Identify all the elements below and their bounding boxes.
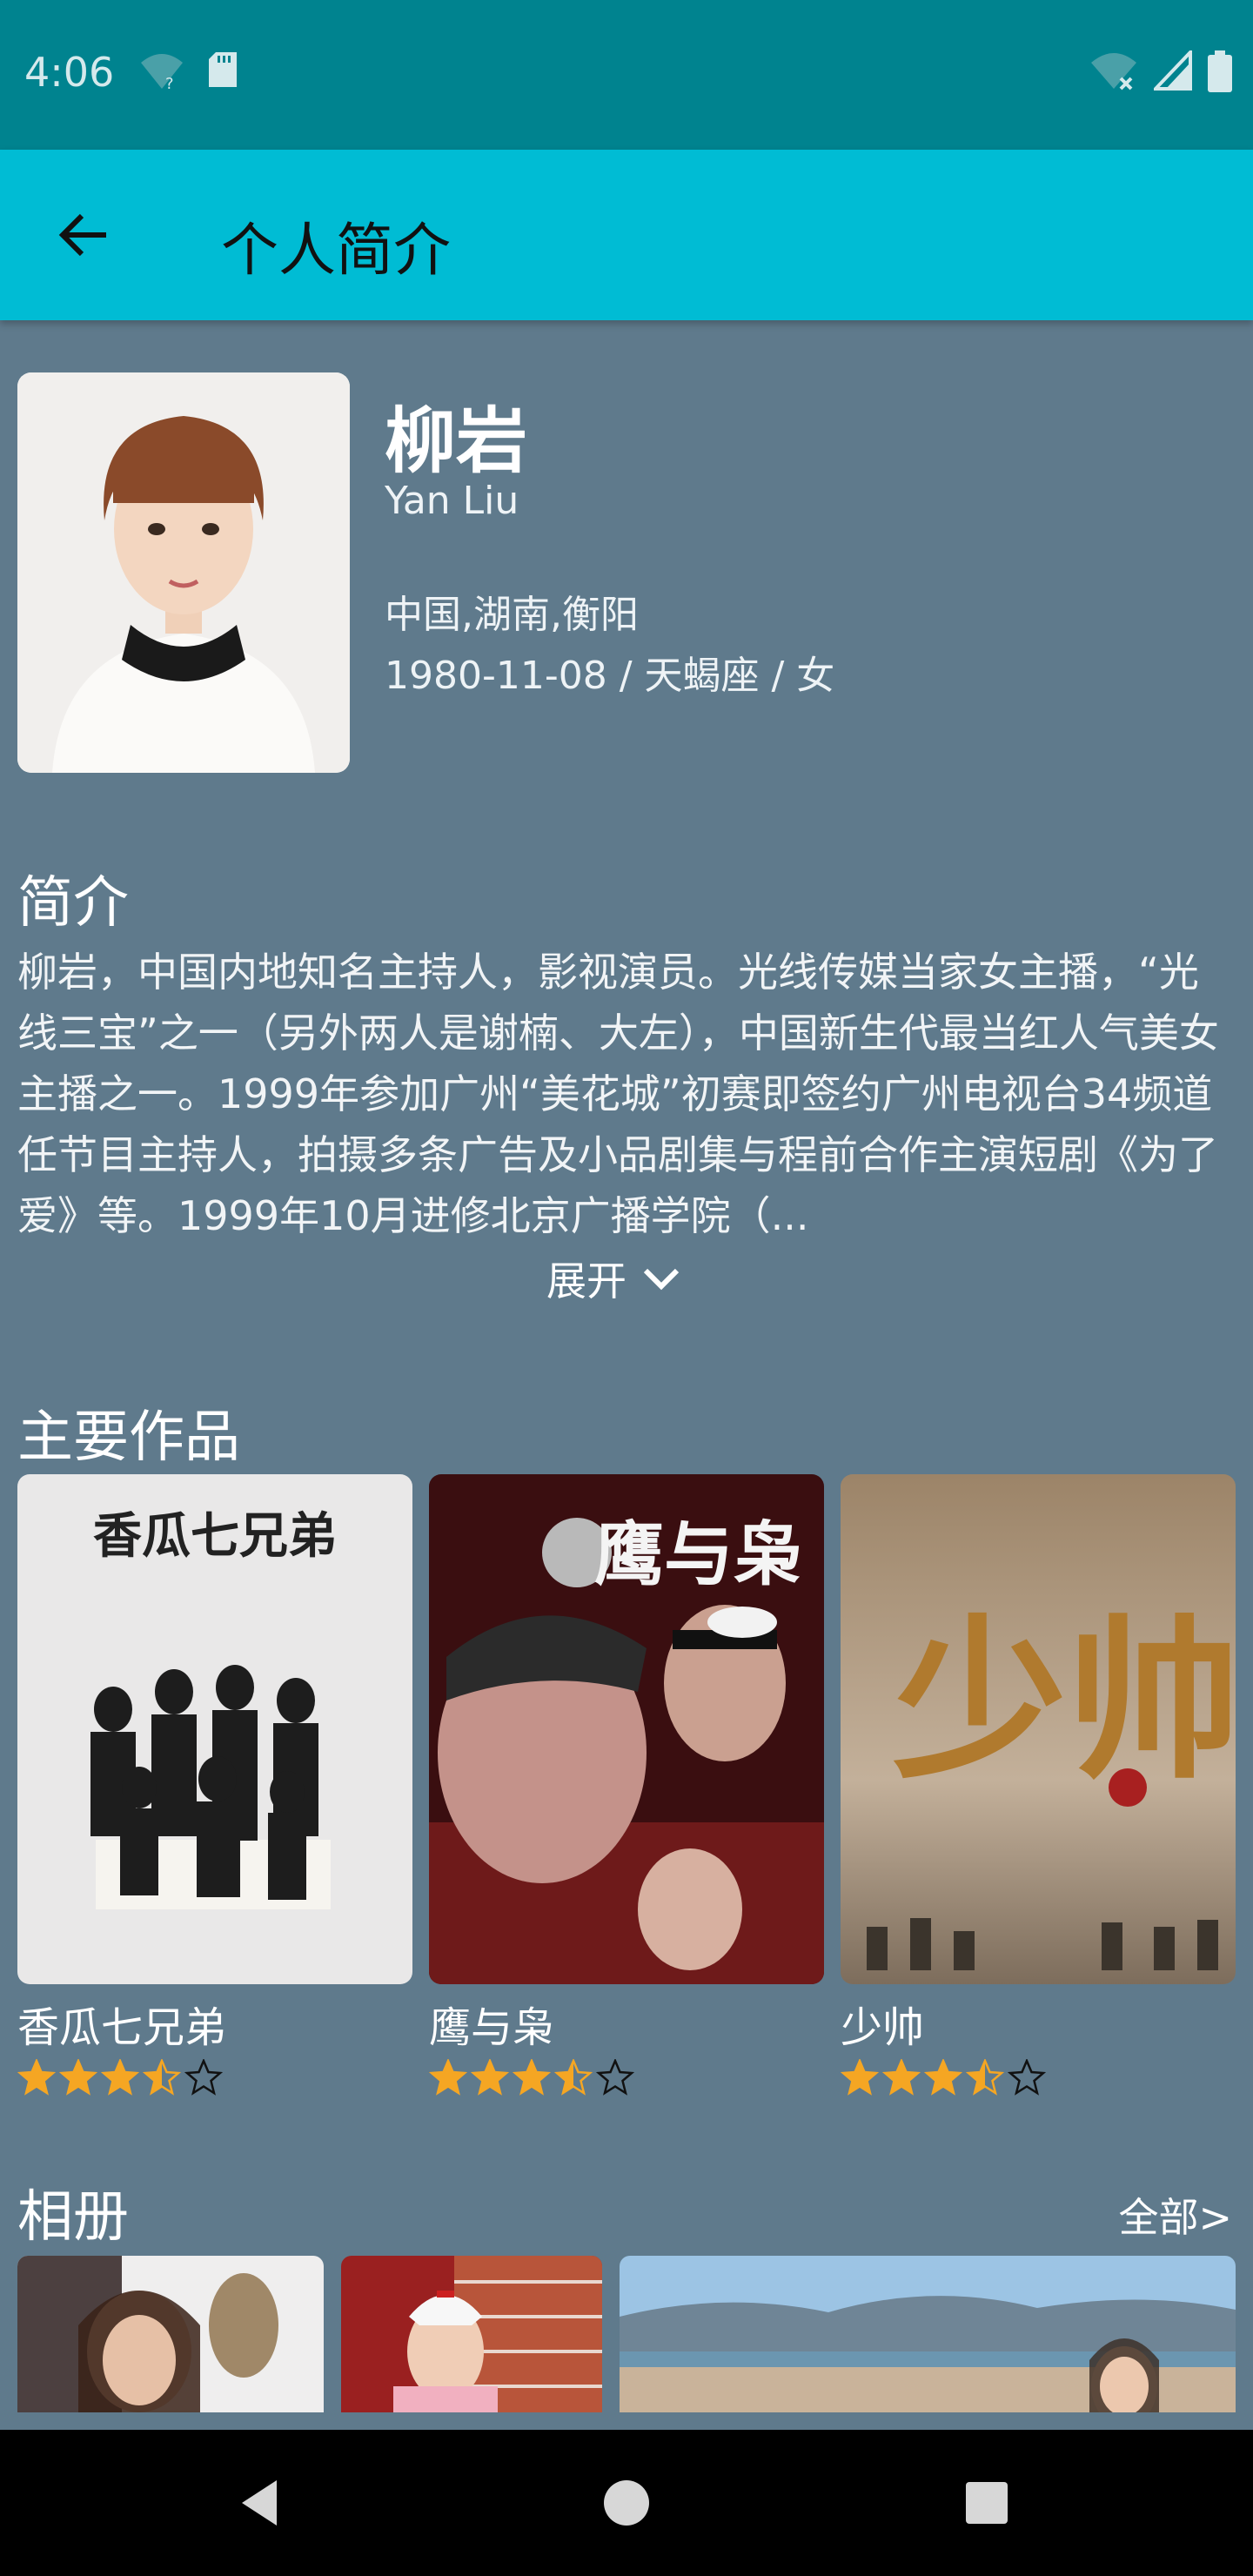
star-full-icon [841,2059,879,2096]
sd-card-icon [207,50,238,92]
star-full-icon [513,2059,551,2096]
nav-back-button[interactable] [226,2468,296,2538]
chevron-down-icon [643,1268,680,1291]
star-full-icon [882,2059,921,2096]
star-full-icon [924,2059,962,2096]
nav-home-button[interactable] [592,2468,661,2538]
birth-info: 1980-11-08 / 天蝎座 / 女 [385,654,835,698]
name-en: Yan Liu [385,479,519,523]
rating-stars [429,2059,824,2096]
navigation-bar [0,2430,1253,2576]
album-photo-1[interactable] [17,2256,324,2412]
bio-heading: 简介 [17,871,129,936]
triangle-back-icon [242,2480,277,2526]
star-half-icon [554,2059,593,2096]
square-recents-icon [966,2482,1008,2524]
name-cn: 柳岩 [385,400,528,483]
app-bar: 个人简介 [0,150,1253,320]
star-full-icon [17,2059,56,2096]
wifi-off-icon [1089,50,1138,92]
work-poster: 少帅 [841,1474,1236,1984]
status-bar: 4:06 ? [0,0,1253,150]
rating-stars [17,2059,412,2096]
battery-icon [1208,50,1232,92]
work-title: 少帅 [841,2003,925,2052]
work-card-3[interactable]: 少帅 少帅 [841,1474,1236,2096]
expand-label: 展开 [546,1258,626,1305]
album-all-link[interactable]: 全部> [1118,2186,1232,2244]
bio-text: 柳岩，中国内地知名主持人，影视演员。光线传媒当家女主播，“光线三宝”之一（另外两… [17,949,1219,1239]
star-half-icon [143,2059,181,2096]
poster-title-2: 鹰与枭 [594,1513,803,1595]
album-heading: 相册 [17,2185,129,2250]
arrow-back-icon [58,213,106,257]
nav-recents-button[interactable] [952,2468,1022,2538]
star-full-icon [59,2059,97,2096]
work-card-2[interactable]: 鹰与枭 鹰与枭 [429,1474,824,2096]
works-heading: 主要作品 [17,1405,240,1470]
status-time: 4:06 [24,49,115,96]
work-poster: 香瓜七兄弟 [17,1474,412,1984]
birthplace: 中国,湖南,衡阳 [385,593,639,637]
star-empty-icon [596,2059,634,2096]
circle-home-icon [604,2480,649,2526]
poster-title-3: 少帅 [893,1599,1236,1803]
star-full-icon [471,2059,509,2096]
star-empty-icon [184,2059,223,2096]
work-title: 鹰与枭 [429,2003,555,2052]
svg-text:?: ? [165,75,174,92]
avatar [17,372,350,773]
album-photo-3[interactable] [620,2256,1236,2412]
rating-stars [841,2059,1236,2096]
star-empty-icon [1008,2059,1046,2096]
work-card-1[interactable]: 香瓜七兄弟 香瓜七兄弟 [17,1474,412,2096]
poster-title-1: 香瓜七兄弟 [93,1508,337,1565]
signal-icon [1154,50,1192,92]
star-full-icon [101,2059,139,2096]
page-title: 个人简介 [221,217,451,284]
expand-button[interactable]: 展开 [546,1250,680,1307]
star-half-icon [966,2059,1004,2096]
back-button[interactable] [49,200,118,270]
work-poster: 鹰与枭 [429,1474,824,1984]
album-photo-2[interactable] [341,2256,602,2412]
work-title: 香瓜七兄弟 [17,2003,227,2052]
wifi-question-icon: ? [139,50,184,92]
star-full-icon [429,2059,467,2096]
